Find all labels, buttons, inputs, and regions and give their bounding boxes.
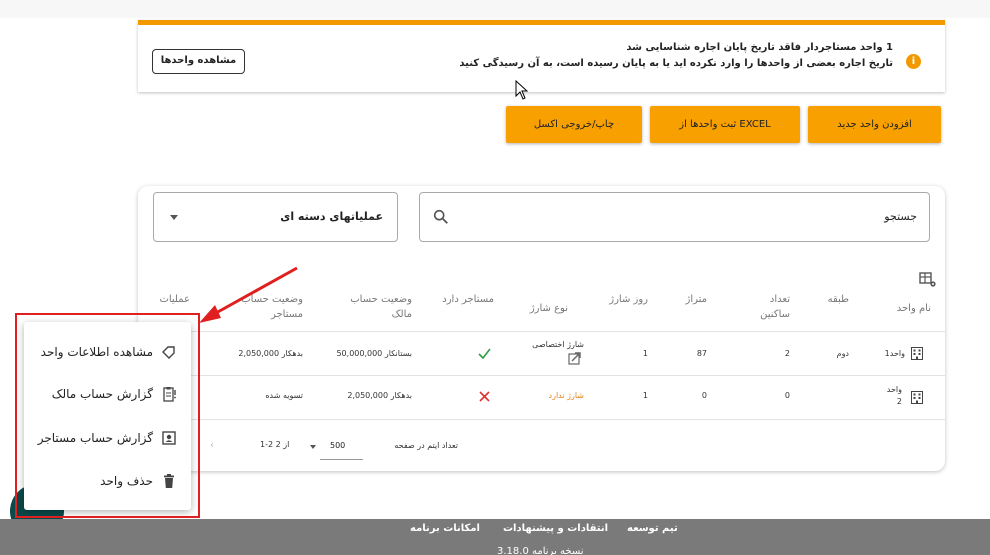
- print-export-button[interactable]: چاپ/خروجی اکسل: [506, 106, 642, 143]
- cell-unit-name: واحد 2: [886, 385, 902, 406]
- mouse-cursor-icon: [515, 80, 529, 100]
- cell-tenant-status: 2,050,000 بدهکار: [238, 349, 303, 358]
- cell-residents: 2: [784, 349, 790, 358]
- th-owner-status: وضعیت حساب مالک: [350, 294, 412, 320]
- prev-page-icon[interactable]: ‹: [210, 440, 214, 451]
- search-input[interactable]: جستجو: [419, 192, 930, 242]
- units-table-card: جستجو عملیاتهای دسته ای نام واحد طبقه تع…: [138, 186, 945, 471]
- page-range: 1-2 از 2: [260, 440, 290, 449]
- chevron-down-icon: [310, 445, 316, 449]
- cell-residents: 0: [784, 391, 790, 400]
- footer: تیم توسعه انتقادات و پیشنهادات امکانات ب…: [0, 519, 990, 555]
- cell-area: 0: [701, 391, 707, 400]
- rows-per-page-label: تعداد ایتم در صفحه: [394, 441, 458, 450]
- top-band: [0, 0, 990, 18]
- th-charge-type: نوع شارژ: [529, 303, 568, 314]
- view-units-button[interactable]: مشاهده واحدها: [152, 49, 245, 74]
- table-settings-icon[interactable]: [919, 272, 937, 288]
- cell-charge-type: شارژ ندارد: [548, 391, 584, 400]
- th-area: متراژ: [685, 294, 708, 305]
- th-residents: تعداد ساکنین: [760, 294, 790, 320]
- th-has-tenant: مستاجر دارد: [442, 294, 494, 305]
- row-divider: [138, 331, 945, 332]
- cell-tenant-status: تسویه شده: [265, 391, 303, 400]
- search-icon: [433, 209, 448, 224]
- import-excel-button[interactable]: ثبت واحدها از EXCEL: [650, 106, 800, 143]
- building-icon: [911, 347, 923, 360]
- cross-icon: [479, 391, 490, 402]
- cell-charge-day: 1: [642, 391, 648, 400]
- cell-charge-day: 1: [642, 349, 648, 358]
- footer-link-team[interactable]: تیم توسعه: [627, 523, 678, 534]
- footer-link-features[interactable]: امکانات برنامه: [410, 523, 480, 534]
- cell-owner-status: 50,000,000 بستانکار: [336, 349, 412, 358]
- cell-area: 87: [696, 349, 707, 358]
- info-icon: i: [906, 54, 921, 69]
- alert-title: 1 واحد مستاجردار فاقد تاریخ پایان اجاره …: [626, 42, 893, 53]
- check-icon: [478, 348, 491, 359]
- bulk-actions-label: عملیاتهای دسته ای: [280, 210, 383, 223]
- cell-owner-status: 2,050,000 بدهکار: [347, 391, 412, 400]
- cell-floor: دوم: [836, 349, 849, 358]
- row-divider: [138, 375, 945, 376]
- th-operations: عملیات: [159, 294, 190, 305]
- bulk-actions-select[interactable]: عملیاتهای دسته ای: [153, 192, 398, 242]
- add-unit-button[interactable]: افزودن واحد جدید: [808, 106, 941, 143]
- open-external-icon[interactable]: [568, 352, 581, 365]
- alert-text: تاریخ اجاره بعضی از واحدها را وارد نکرده…: [459, 58, 893, 69]
- th-floor: طبقه: [827, 294, 849, 305]
- th-charge-day: روز شارژ: [609, 294, 648, 305]
- tenant-alert: i 1 واحد مستاجردار فاقد تاریخ پایان اجار…: [138, 20, 945, 92]
- search-label: جستجو: [884, 210, 917, 223]
- cell-unit-name: واحد1: [884, 349, 905, 358]
- rows-per-page-value: 500: [330, 441, 346, 450]
- red-arrow-annotation: [199, 266, 298, 323]
- app-version: نسخه برنامه 3.18.0: [497, 546, 584, 555]
- row-divider: [138, 419, 945, 420]
- rows-per-page-select[interactable]: 500: [310, 437, 363, 460]
- th-unit-name: نام واحد: [896, 303, 931, 314]
- building-icon: [911, 391, 923, 404]
- cell-charge-type: شارژ اختصاصی: [532, 340, 584, 349]
- chevron-down-icon: [170, 215, 178, 220]
- red-highlight-box: [15, 313, 200, 518]
- footer-link-feedback[interactable]: انتقادات و پیشنهادات: [503, 523, 608, 534]
